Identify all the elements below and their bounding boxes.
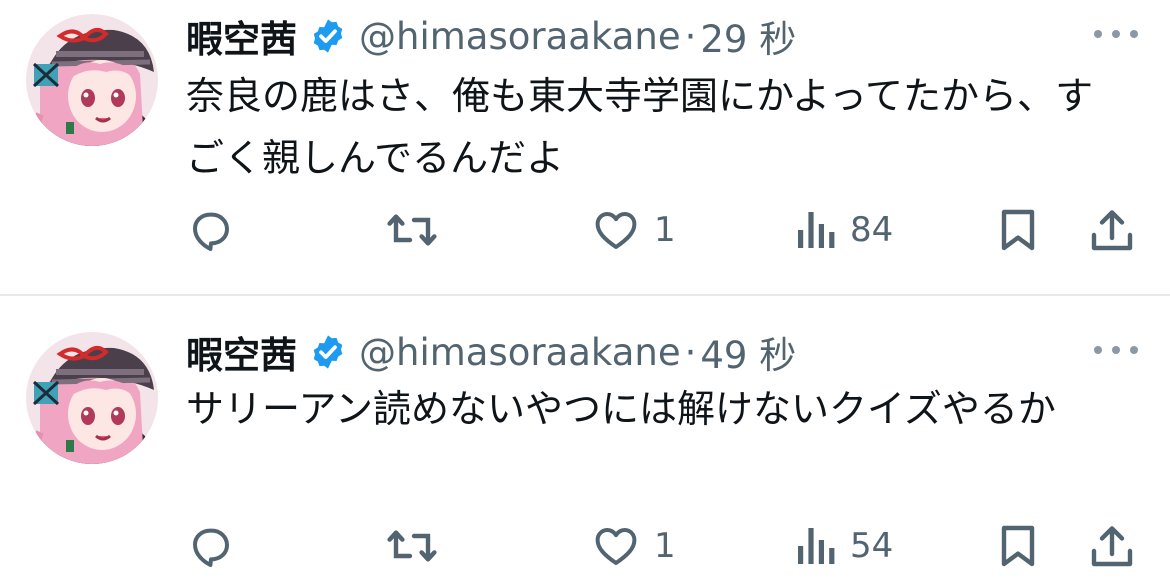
like-button[interactable]: 1 <box>592 516 676 576</box>
avatar[interactable] <box>26 332 158 464</box>
views-button[interactable]: 84 <box>796 200 893 260</box>
tweet[interactable]: 暇空茜 @himasoraakane · 29 秒 奈良の鹿はさ、俺も東大寺学園… <box>0 0 1170 294</box>
like-count: 1 <box>654 526 676 566</box>
views-button[interactable]: 54 <box>796 516 893 576</box>
tweet-text: サリーアン読めないやつには解けないクイズやるか <box>186 387 1056 431</box>
separator-dot: · <box>684 330 697 374</box>
user-handle[interactable]: @himasoraakane <box>359 331 681 374</box>
like-count: 1 <box>654 210 676 250</box>
share-icon <box>1091 210 1133 251</box>
display-name[interactable]: 暇空茜 <box>186 9 297 63</box>
like-icon <box>595 212 637 249</box>
tweet-text: 奈良の鹿はさ、俺も東大寺学園にかよってたから、すごく親しんでるんだよ <box>186 74 1094 180</box>
tweet-actions: 1 54 <box>186 516 1136 576</box>
share-icon <box>1091 526 1133 567</box>
separator-dot: · <box>684 14 697 58</box>
timestamp[interactable]: 29 秒 <box>700 9 796 63</box>
reply-button[interactable] <box>186 516 234 576</box>
view-count: 54 <box>850 526 894 566</box>
reply-icon <box>193 528 229 567</box>
more-icon[interactable] <box>1094 24 1138 44</box>
retweet-button[interactable] <box>386 516 438 576</box>
views-icon <box>798 212 835 248</box>
bookmark-icon <box>1001 209 1035 251</box>
tweet[interactable]: 暇空茜 @himasoraakane · 49 秒 サリーアン読めないやつには解… <box>0 296 1170 581</box>
avatar[interactable] <box>26 14 158 146</box>
reply-icon <box>193 212 229 251</box>
verified-badge-icon[interactable] <box>309 17 347 55</box>
retweet-button[interactable] <box>386 200 438 260</box>
tweet-header: 暇空茜 @himasoraakane · 49 秒 <box>186 326 796 378</box>
user-handle[interactable]: @himasoraakane <box>359 15 681 58</box>
bookmark-button[interactable] <box>998 516 1038 576</box>
view-count: 84 <box>850 210 894 250</box>
like-icon <box>595 528 637 565</box>
retweet-icon <box>387 530 437 562</box>
tweet-header: 暇空茜 @himasoraakane · 29 秒 <box>186 10 796 62</box>
bookmark-icon <box>1001 525 1035 567</box>
share-button[interactable] <box>1090 200 1134 260</box>
display-name[interactable]: 暇空茜 <box>186 325 297 379</box>
retweet-icon <box>387 214 437 246</box>
more-icon[interactable] <box>1094 340 1138 360</box>
reply-button[interactable] <box>186 200 234 260</box>
timestamp[interactable]: 49 秒 <box>700 325 796 379</box>
like-button[interactable]: 1 <box>592 200 676 260</box>
share-button[interactable] <box>1090 516 1134 576</box>
tweet-actions: 1 84 <box>186 200 1136 260</box>
verified-badge-icon[interactable] <box>309 333 347 371</box>
bookmark-button[interactable] <box>998 200 1038 260</box>
views-icon <box>798 528 835 564</box>
